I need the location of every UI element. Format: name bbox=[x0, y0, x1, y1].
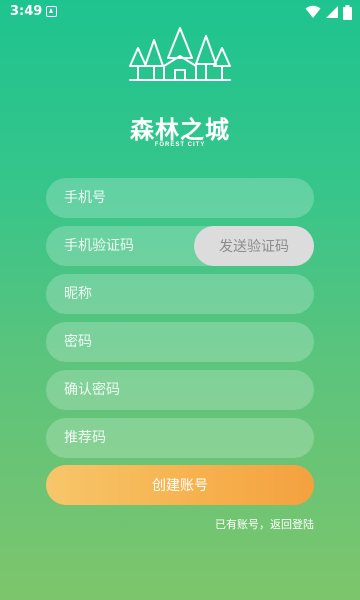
send-code-button[interactable]: 发送验证码 bbox=[194, 226, 314, 266]
phone-field[interactable] bbox=[46, 178, 314, 218]
create-account-button[interactable]: 创建账号 bbox=[46, 465, 314, 505]
referral-code-input[interactable] bbox=[46, 418, 314, 458]
brand-subtitle: FOREST CITY bbox=[154, 142, 206, 148]
phone-input[interactable] bbox=[46, 178, 314, 218]
wifi-icon bbox=[305, 5, 321, 18]
signal-icon bbox=[326, 6, 338, 18]
verification-code-input[interactable] bbox=[46, 226, 196, 266]
status-bar: 3:49 bbox=[0, 0, 360, 24]
brand-title: 森林之城 bbox=[130, 115, 230, 144]
back-to-login-link[interactable]: 已有账号，返回登陆 bbox=[215, 516, 314, 532]
code-field[interactable]: 发送验证码 bbox=[46, 226, 314, 266]
forest-city-logo-icon bbox=[129, 27, 231, 81]
password-input[interactable] bbox=[46, 322, 314, 362]
confirm-password-field[interactable] bbox=[46, 370, 314, 410]
referral-field[interactable] bbox=[46, 418, 314, 458]
confirm-password-input[interactable] bbox=[46, 370, 314, 410]
nickname-input[interactable] bbox=[46, 274, 314, 314]
password-field[interactable] bbox=[46, 322, 314, 362]
status-time: 3:49 bbox=[10, 4, 43, 19]
battery-icon bbox=[343, 4, 352, 20]
system-icons bbox=[305, 4, 352, 20]
nickname-field[interactable] bbox=[46, 274, 314, 314]
notification-icon bbox=[46, 6, 57, 17]
